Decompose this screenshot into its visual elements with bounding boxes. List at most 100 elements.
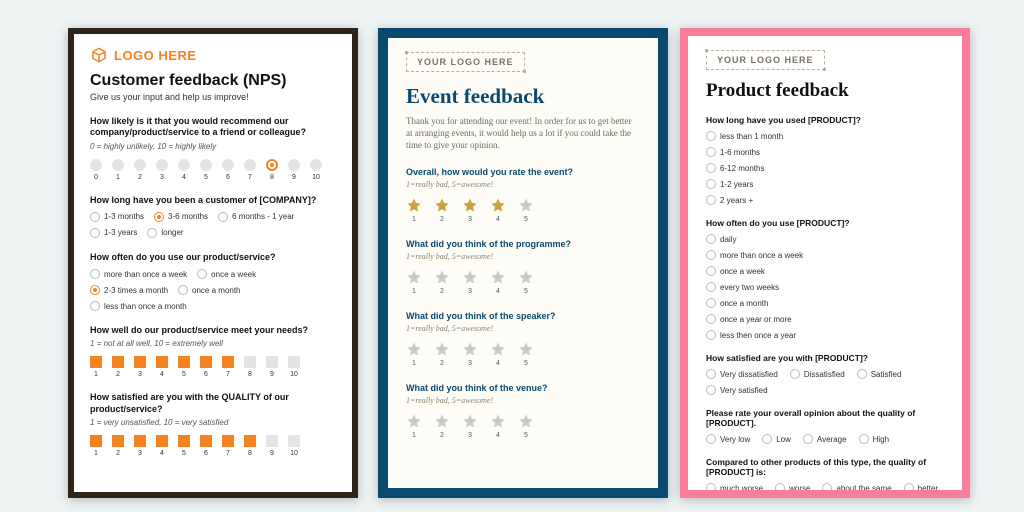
radio-option[interactable]: High bbox=[859, 434, 889, 444]
frequency-options[interactable]: more than once a week once a week 2-3 time… bbox=[90, 269, 336, 311]
tenure-options[interactable]: 1-3 months 3-6 months 6 months - 1 year 1-3… bbox=[90, 212, 336, 238]
radio-option[interactable]: less than 1 month bbox=[706, 131, 944, 141]
star-cell[interactable]: 4 bbox=[490, 341, 506, 367]
radio-option[interactable]: worse bbox=[775, 483, 810, 493]
scale-cell[interactable]: 4 bbox=[156, 435, 168, 457]
star-cell[interactable]: 2 bbox=[434, 341, 450, 367]
star-cell[interactable]: 4 bbox=[490, 197, 506, 223]
scale-cell[interactable]: 6 bbox=[200, 435, 212, 457]
scale-cell[interactable]: 8 bbox=[244, 435, 256, 457]
scale-cell[interactable]: 2 bbox=[134, 159, 146, 181]
usage-options[interactable]: daily more than once a week once a week eve… bbox=[706, 234, 944, 340]
radio-option[interactable]: Dissatisfied bbox=[790, 369, 845, 379]
needs-scale[interactable]: 123456789 10 bbox=[90, 356, 336, 378]
quality-scale[interactable]: 123456789 10 bbox=[90, 435, 336, 457]
scale-cell[interactable]: 9 bbox=[266, 356, 278, 378]
compare-options[interactable]: much worseworseabout the samebettermuch … bbox=[706, 483, 944, 498]
radio-option[interactable]: 1-3 months bbox=[90, 212, 144, 222]
radio-option[interactable]: 1-6 months bbox=[706, 147, 944, 157]
radio-option[interactable]: 6-12 months bbox=[706, 163, 944, 173]
star-cell[interactable]: 1 bbox=[406, 341, 422, 367]
radio-option[interactable]: more than once a week bbox=[706, 250, 944, 260]
radio-option[interactable]: about the same bbox=[822, 483, 891, 493]
scale-cell[interactable]: 5 bbox=[178, 435, 190, 457]
radio-option[interactable]: 1-3 years bbox=[90, 228, 137, 238]
star-cell[interactable]: 4 bbox=[490, 269, 506, 295]
star-cell[interactable]: 2 bbox=[434, 413, 450, 439]
radio-option[interactable]: more than once a week bbox=[90, 269, 187, 279]
radio-option[interactable]: once a week bbox=[706, 266, 944, 276]
star-cell[interactable]: 1 bbox=[406, 269, 422, 295]
scale-cell[interactable]: 1 bbox=[90, 435, 102, 457]
opinion-options[interactable]: Very lowLowAverageHigh bbox=[706, 434, 944, 444]
star-cell[interactable]: 3 bbox=[462, 197, 478, 223]
star-cell[interactable]: 3 bbox=[462, 269, 478, 295]
radio-option[interactable]: 2-3 times a month bbox=[90, 285, 168, 295]
star-cell[interactable]: 5 bbox=[518, 197, 534, 223]
scale-cell[interactable]: 10 bbox=[288, 356, 300, 378]
star-cell[interactable]: 1 bbox=[406, 197, 422, 223]
scale-cell[interactable]: 0 bbox=[90, 159, 102, 181]
radio-option[interactable]: better bbox=[904, 483, 938, 493]
radio-option[interactable]: longer bbox=[147, 228, 183, 238]
scale-cell[interactable]: 8 bbox=[266, 159, 278, 181]
scale-cell[interactable]: 4 bbox=[156, 356, 168, 378]
star-cell[interactable]: 5 bbox=[518, 341, 534, 367]
radio-option[interactable]: 3-6 months bbox=[154, 212, 208, 222]
radio-option[interactable]: once a month bbox=[178, 285, 240, 295]
star-cell[interactable]: 3 bbox=[462, 341, 478, 367]
scale-cell[interactable]: 9 bbox=[288, 159, 300, 181]
radio-option[interactable]: 6 months - 1 year bbox=[218, 212, 294, 222]
radio-option[interactable]: Very dissatisfied bbox=[706, 369, 778, 379]
star-cell[interactable]: 5 bbox=[518, 413, 534, 439]
star-cell[interactable]: 2 bbox=[434, 269, 450, 295]
radio-option[interactable]: Low bbox=[762, 434, 791, 444]
scale-cell[interactable]: 10 bbox=[310, 159, 322, 181]
star-cell[interactable]: 4 bbox=[490, 413, 506, 439]
duration-options[interactable]: less than 1 month 1-6 months 6-12 months 1-… bbox=[706, 131, 944, 205]
nps-scale[interactable]: 0123456789 10 bbox=[90, 159, 336, 181]
template-card-nps[interactable]: LOGO HERE Customer feedback (NPS) Give u… bbox=[68, 28, 358, 498]
radio-option[interactable]: less then once a year bbox=[706, 330, 944, 340]
star-rating[interactable]: 12345 bbox=[406, 197, 640, 223]
scale-cell[interactable]: 1 bbox=[90, 356, 102, 378]
scale-cell[interactable]: 3 bbox=[134, 435, 146, 457]
star-rating[interactable]: 12345 bbox=[406, 413, 640, 439]
scale-cell[interactable]: 3 bbox=[156, 159, 168, 181]
scale-cell[interactable]: 2 bbox=[112, 356, 124, 378]
scale-cell[interactable]: 6 bbox=[222, 159, 234, 181]
radio-option[interactable]: 2 years + bbox=[706, 195, 944, 205]
scale-cell[interactable]: 6 bbox=[200, 356, 212, 378]
satisfaction-options[interactable]: Very dissatisfied Dissatisfied Satisfied Ve… bbox=[706, 369, 944, 395]
scale-cell[interactable]: 1 bbox=[112, 159, 124, 181]
scale-cell[interactable]: 7 bbox=[244, 159, 256, 181]
scale-cell[interactable]: 7 bbox=[222, 356, 234, 378]
star-rating[interactable]: 12345 bbox=[406, 341, 640, 367]
radio-option[interactable]: 1-2 years bbox=[706, 179, 944, 189]
scale-cell[interactable]: 5 bbox=[200, 159, 212, 181]
radio-option[interactable]: daily bbox=[706, 234, 944, 244]
template-card-product[interactable]: YOUR LOGO HERE Product feedback How long… bbox=[680, 28, 970, 498]
radio-option[interactable]: much worse bbox=[706, 483, 763, 493]
star-cell[interactable]: 2 bbox=[434, 197, 450, 223]
radio-option[interactable]: once a week bbox=[197, 269, 256, 279]
scale-cell[interactable]: 7 bbox=[222, 435, 234, 457]
radio-option[interactable]: once a year or more bbox=[706, 314, 944, 324]
scale-cell[interactable]: 10 bbox=[288, 435, 300, 457]
scale-cell[interactable]: 5 bbox=[178, 356, 190, 378]
star-rating[interactable]: 12345 bbox=[406, 269, 640, 295]
radio-option[interactable]: less than once a month bbox=[90, 301, 187, 311]
star-cell[interactable]: 3 bbox=[462, 413, 478, 439]
template-card-event[interactable]: YOUR LOGO HERE Event feedback Thank you … bbox=[378, 28, 668, 498]
radio-option[interactable]: every two weeks bbox=[706, 282, 944, 292]
scale-cell[interactable]: 3 bbox=[134, 356, 146, 378]
radio-option[interactable]: Very low bbox=[706, 434, 750, 444]
star-cell[interactable]: 5 bbox=[518, 269, 534, 295]
radio-option[interactable]: Very satisfied bbox=[706, 385, 768, 395]
scale-cell[interactable]: 4 bbox=[178, 159, 190, 181]
radio-option[interactable]: Satisfied bbox=[857, 369, 902, 379]
scale-cell[interactable]: 8 bbox=[244, 356, 256, 378]
radio-option[interactable]: once a month bbox=[706, 298, 944, 308]
scale-cell[interactable]: 2 bbox=[112, 435, 124, 457]
scale-cell[interactable]: 9 bbox=[266, 435, 278, 457]
